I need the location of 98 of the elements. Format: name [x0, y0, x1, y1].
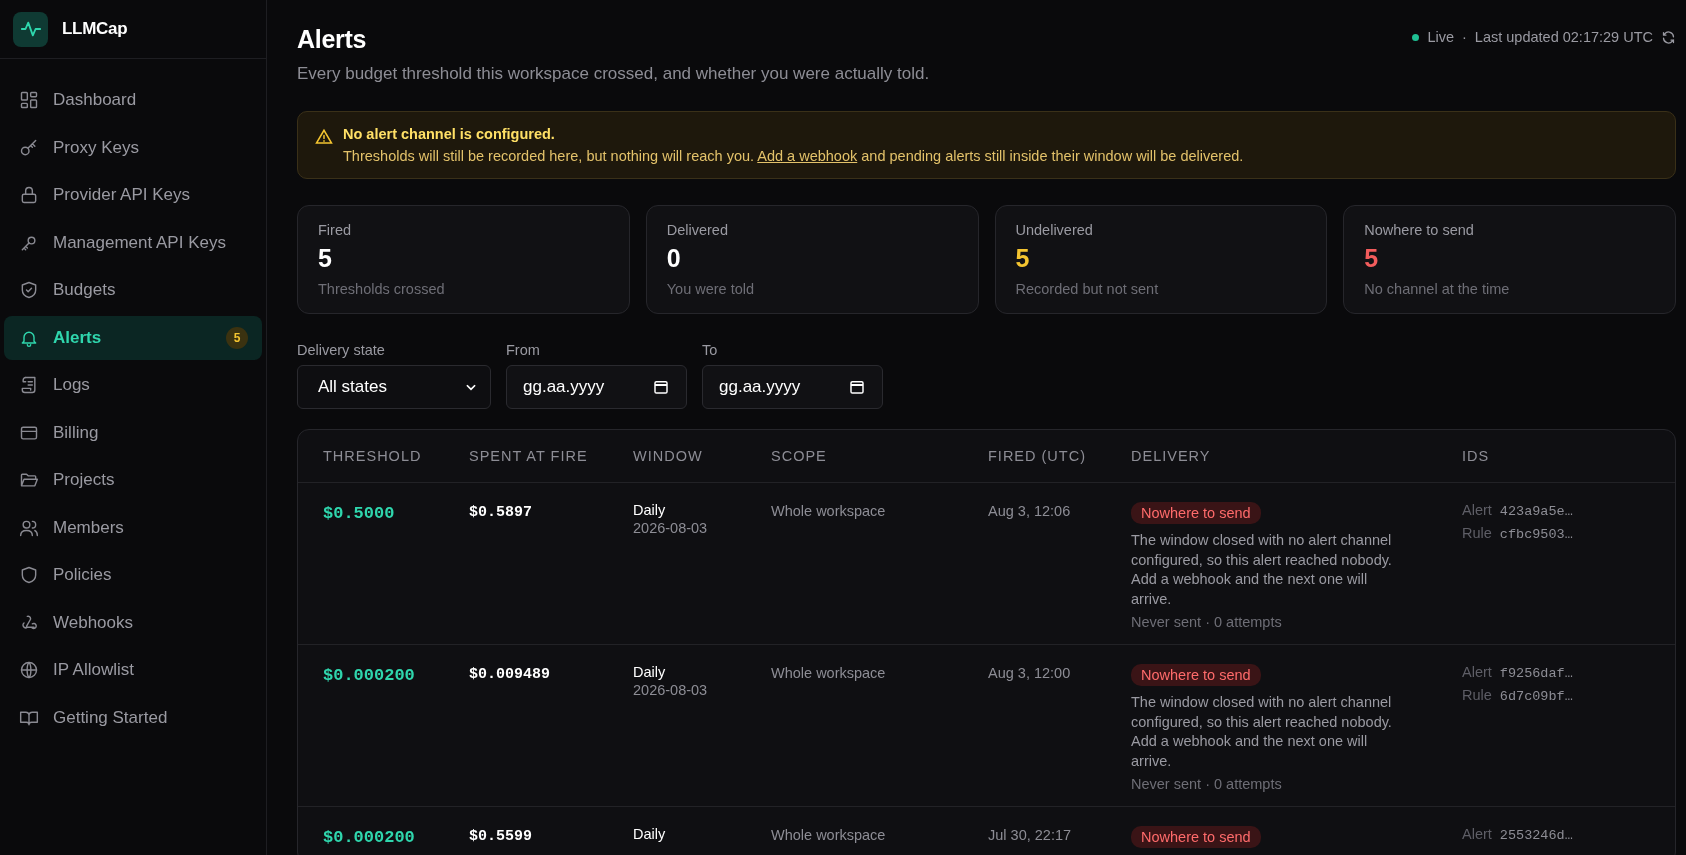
id-label: Rule — [1462, 525, 1492, 541]
column-header: SCOPE — [771, 448, 828, 464]
stat-label: Undelivered — [1015, 222, 1094, 238]
sidebar-item[interactable]: Management API Keys — [4, 220, 262, 265]
id-label: Alert — [1462, 502, 1492, 518]
count-badge: 5 — [226, 326, 248, 349]
sidebar-item[interactable]: Budgets — [4, 268, 262, 312]
filter-label: From — [506, 342, 541, 358]
filter-label: To — [702, 342, 719, 358]
delivery-meta: Never sent · 0 attempts — [1131, 614, 1283, 630]
window-type: Daily — [633, 664, 667, 680]
stat-label: Nowhere to send — [1364, 222, 1475, 238]
spent-amount: $0.5599 — [469, 828, 532, 845]
id-value: 2553246d… — [1499, 828, 1573, 843]
shield-check-icon — [19, 280, 39, 300]
fired-time: Aug 3, 12:06 — [988, 503, 1071, 519]
fired-time: Jul 30, 22:17 — [988, 827, 1072, 843]
spent-amount: $0.5897 — [469, 504, 532, 521]
column-header: DELIVERY — [1131, 448, 1212, 464]
sidebar-item[interactable]: Provider API Keys — [4, 173, 262, 217]
add-webhook-link[interactable]: Add a webhook — [757, 148, 858, 164]
last-updated-text: Last updated 02:17:29 UTC — [1474, 29, 1653, 45]
lock-icon — [19, 185, 39, 205]
key-icon — [19, 137, 39, 158]
logo-icon — [13, 11, 48, 47]
sidebar-item[interactable]: Billing — [4, 410, 262, 455]
sidebar-item[interactable]: Webhooks — [4, 600, 262, 645]
sidebar-item[interactable]: Members — [4, 505, 262, 550]
page-subtitle: Every budget threshold this workspace crossed, and whether you were actually told. — [297, 64, 930, 84]
stat-caption: You were told — [666, 281, 756, 297]
threshold-amount: $0.000200 — [323, 828, 415, 847]
banner-message: Thresholds will still be recorded here, but nothing will reach you. Add a webhook and pending alerts still inside their window will be delivered. — [343, 148, 1244, 164]
stat-caption: Thresholds crossed — [318, 281, 446, 297]
window-date: 2026-08-03 — [633, 682, 709, 698]
id-value: cfbc9503… — [1499, 527, 1573, 542]
live-label: Live — [1427, 29, 1454, 45]
stat-value: 0 — [666, 244, 682, 273]
banner-title: No alert channel is configured. — [343, 126, 556, 142]
calendar-icon — [849, 379, 865, 395]
calendar-icon — [653, 379, 669, 395]
sidebar-item[interactable]: Policies — [4, 553, 262, 597]
stat-value: 5 — [1364, 244, 1380, 273]
filter-label: Delivery state — [297, 342, 386, 358]
fired-time: Aug 3, 12:00 — [988, 665, 1071, 681]
scroll-icon — [19, 375, 39, 395]
scope-text: Whole workspace — [771, 665, 886, 681]
sidebar-item[interactable]: Projects — [4, 458, 262, 502]
delivery-status-badge: Nowhere to send — [1131, 826, 1261, 848]
separator-dot: · — [1462, 29, 1467, 45]
page-title: Alerts — [297, 25, 368, 54]
delivery-note: The window closed with no alert channel configured, so this alert reached nobody. Add a webhook and the next one will arrive. — [1131, 693, 1393, 771]
window-type: Daily — [633, 826, 667, 842]
date-field[interactable]: gg.aa.yyyy — [506, 365, 687, 409]
threshold-amount: $0.000200 — [323, 666, 415, 685]
delivery-state-select[interactable]: All states — [297, 365, 491, 409]
spent-amount: $0.009489 — [469, 666, 550, 683]
sidebar-item[interactable]: Logs — [4, 363, 262, 407]
delivery-status-badge: Nowhere to send — [1131, 664, 1261, 686]
delivery-status-badge: Nowhere to send — [1131, 502, 1261, 524]
id-label: Rule — [1462, 687, 1492, 703]
scope-text: Whole workspace — [771, 503, 886, 519]
id-label: Alert — [1462, 826, 1492, 842]
sidebar-item[interactable]: Alerts 5 — [4, 315, 262, 360]
sidebar-item[interactable]: Getting Started — [4, 695, 262, 740]
stat-caption: Recorded but not sent — [1015, 281, 1160, 297]
sidebar-item[interactable]: Dashboard — [4, 78, 262, 122]
id-label: Alert — [1462, 664, 1492, 680]
folder-icon — [19, 470, 39, 490]
globe-icon — [19, 660, 39, 680]
refresh-icon[interactable] — [1661, 29, 1676, 45]
delivery-meta: Never sent · 0 attempts — [1131, 776, 1283, 792]
threshold-amount: $0.5000 — [323, 504, 395, 523]
warning-icon — [315, 128, 333, 146]
id-value: 6d7c09bf… — [1499, 689, 1573, 704]
stat-label: Delivered — [666, 222, 729, 238]
brand-name: LLMCap — [62, 19, 128, 39]
date-field[interactable]: gg.aa.yyyy — [702, 365, 883, 409]
delivery-note: The window closed with no alert channel configured, so this alert reached nobody. Add a webhook and the next one will arrive. — [1131, 531, 1393, 609]
window-type: Daily — [633, 502, 667, 518]
dashboard-grid-icon — [19, 90, 39, 110]
date-input[interactable]: gg.aa.yyyy — [703, 376, 841, 398]
sidebar-item[interactable]: Proxy Keys — [4, 125, 262, 170]
id-value: f9256daf… — [1499, 666, 1573, 681]
id-value: 423a9a5e… — [1499, 504, 1573, 519]
column-header: FIRED (UTC) — [988, 448, 1087, 464]
stat-value: 5 — [1015, 244, 1031, 273]
date-input[interactable]: gg.aa.yyyy — [507, 376, 645, 398]
scope-text: Whole workspace — [771, 827, 886, 843]
window-date: 2026-08-03 — [633, 520, 709, 536]
stat-caption: No channel at the time — [1364, 281, 1511, 297]
column-header: WINDOW — [633, 448, 704, 464]
column-header: THRESHOLD — [323, 448, 423, 464]
column-header: SPENT AT FIRE — [469, 448, 589, 464]
column-header: IDS — [1462, 448, 1491, 464]
stat-label: Fired — [318, 222, 353, 238]
stat-value: 5 — [318, 244, 333, 273]
sidebar-item[interactable]: IP Allowlist — [4, 648, 262, 692]
shield-icon — [19, 565, 39, 585]
